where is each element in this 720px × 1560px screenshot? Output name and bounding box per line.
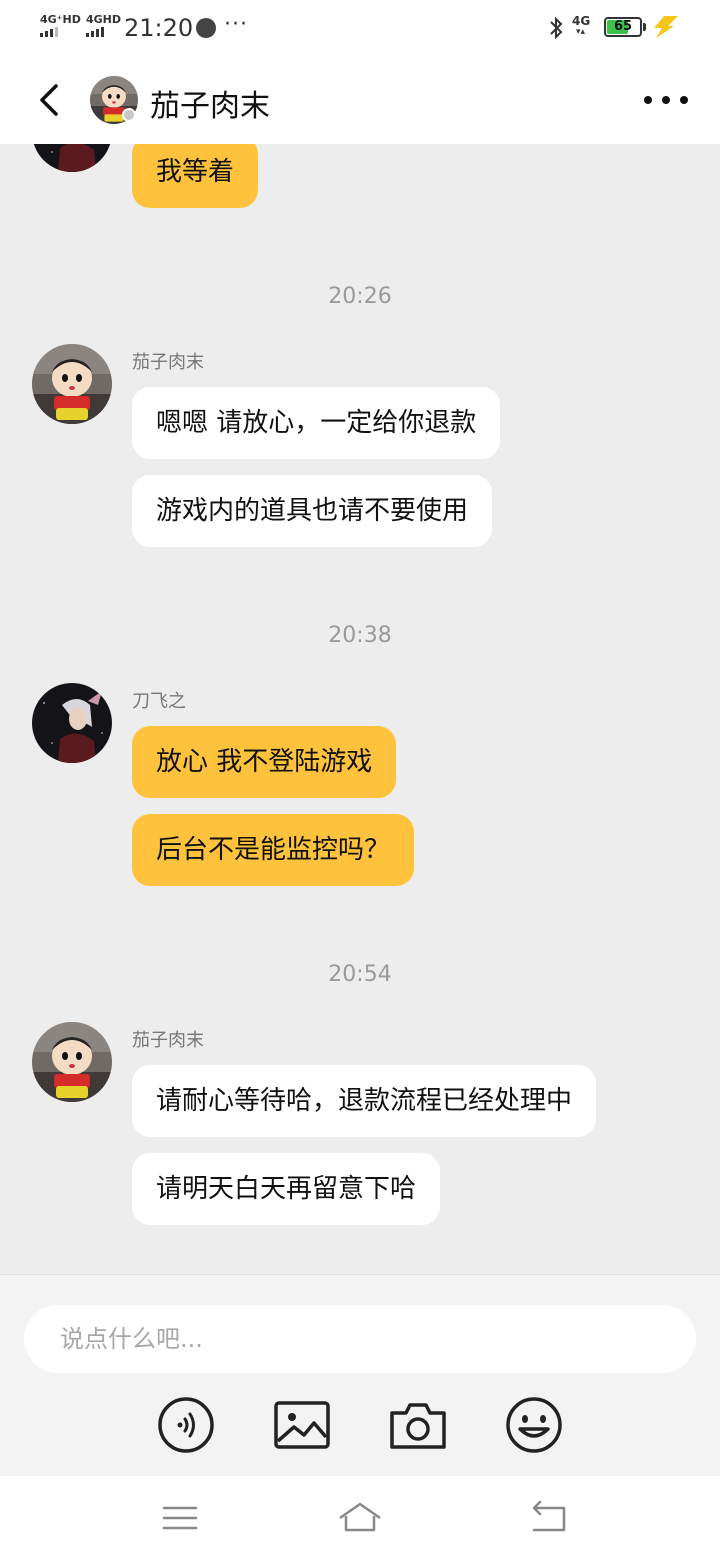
battery-percent: 65	[613, 19, 633, 34]
more-options-icon[interactable]	[644, 86, 688, 114]
camera-icon[interactable]	[388, 1395, 448, 1455]
battery-icon: 65	[604, 17, 642, 37]
image-icon[interactable]	[272, 1395, 332, 1455]
message-list[interactable]: 我等着 20:26 茄子肉末 嗯嗯 请放心，一定给你退款 游戏内的道具也请不要使…	[0, 144, 720, 1274]
back-icon[interactable]	[526, 1496, 570, 1540]
bluetooth-icon	[550, 16, 563, 40]
message-timestamp: 20:54	[328, 962, 392, 987]
home-icon[interactable]	[338, 1496, 382, 1540]
voice-icon[interactable]	[156, 1395, 216, 1455]
online-status-dot	[122, 108, 136, 122]
signal-bars-icon	[40, 27, 81, 37]
message-bubble-theirs[interactable]: 嗯嗯 请放心，一定给你退款	[132, 387, 501, 459]
network-type-label: 4G	[572, 14, 591, 28]
system-nav-bar	[0, 1476, 720, 1560]
sender-name: 茄子肉末	[132, 352, 204, 373]
more-notifications-indicator: ···	[224, 12, 248, 37]
message-bubble-mine[interactable]: 后台不是能监控吗？	[132, 814, 415, 886]
network-type-label: 4G⁺HD	[40, 13, 81, 26]
emoji-icon[interactable]	[504, 1395, 564, 1455]
message-bubble-mine[interactable]: 放心 我不登陆游戏	[132, 726, 397, 798]
menu-icon[interactable]	[158, 1496, 202, 1540]
back-arrow-icon[interactable]	[32, 82, 68, 118]
message-timestamp: 20:26	[328, 284, 392, 309]
mobile-data-indicator: 4G ▾▴	[572, 14, 591, 37]
status-bar: 4G⁺HD 4GHD 21:20 ··· 4G ▾▴ 65	[0, 0, 720, 56]
my-avatar[interactable]	[32, 144, 112, 172]
signal-indicator-2: 4GHD	[86, 14, 121, 37]
contact-name: 茄子肉末	[150, 89, 270, 124]
contact-avatar[interactable]	[32, 1022, 112, 1102]
sender-name: 刀飞之	[132, 691, 186, 712]
message-timestamp: 20:38	[328, 623, 392, 648]
battery-tip	[643, 23, 646, 31]
signal-bars-icon	[86, 27, 121, 37]
charging-icon	[654, 16, 678, 38]
chat-header: 茄子肉末	[0, 56, 720, 144]
sender-name: 茄子肉末	[132, 1030, 204, 1051]
message-bubble-theirs[interactable]: 请明天白天再留意下哈	[132, 1153, 441, 1225]
status-time: 21:20	[124, 14, 194, 42]
notification-icon	[196, 18, 216, 38]
my-avatar[interactable]	[32, 683, 112, 763]
message-bubble-theirs[interactable]: 游戏内的道具也请不要使用	[132, 475, 493, 547]
contact-avatar[interactable]	[32, 344, 112, 424]
message-composer	[0, 1274, 720, 1476]
message-bubble-theirs[interactable]: 请耐心等待哈，退款流程已经处理中	[132, 1065, 597, 1137]
network-type-label: 4GHD	[86, 13, 122, 26]
message-input[interactable]	[24, 1305, 696, 1373]
message-bubble-mine[interactable]: 我等着	[132, 144, 259, 208]
signal-indicator-1: 4G⁺HD	[40, 14, 81, 37]
